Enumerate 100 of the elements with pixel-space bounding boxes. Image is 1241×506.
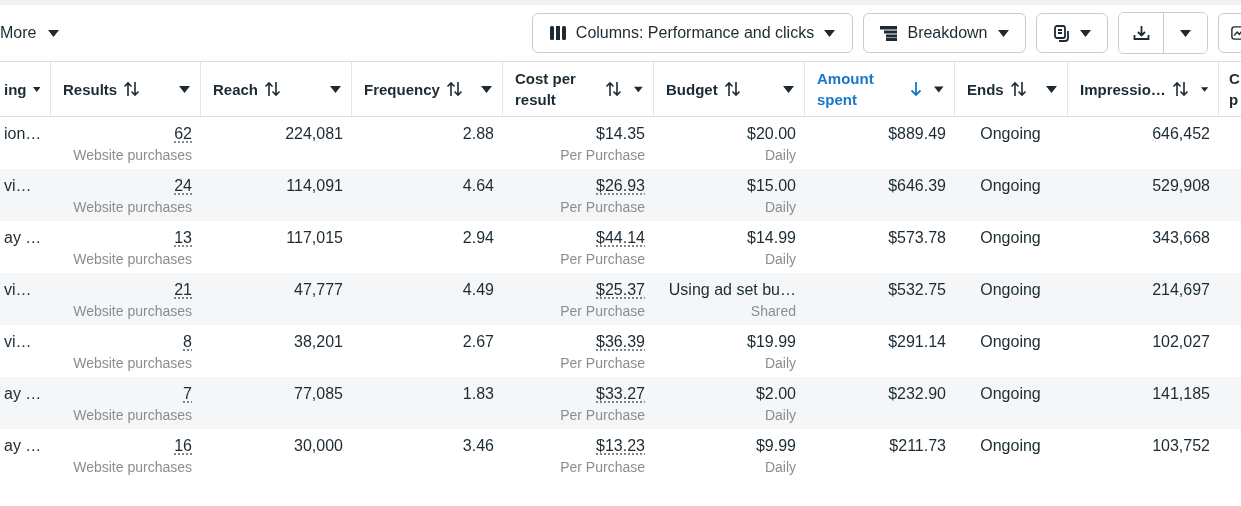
campaign-name: vi… bbox=[4, 281, 32, 299]
impressions-value: 103,752 bbox=[1152, 437, 1210, 455]
cost-value[interactable]: $36.39 bbox=[596, 333, 645, 351]
cost-value[interactable]: $26.93 bbox=[596, 177, 645, 195]
reach-value: 224,081 bbox=[285, 125, 343, 143]
result-type: Website purchases bbox=[73, 199, 192, 215]
column-header[interactable]: Reach bbox=[213, 78, 259, 100]
chart-icon bbox=[1231, 25, 1241, 41]
ends-value: Ongoing bbox=[980, 229, 1041, 247]
budget-type: Daily bbox=[764, 355, 796, 371]
impressions-value: 343,668 bbox=[1152, 229, 1210, 247]
breakdown-button[interactable]: Breakdown bbox=[863, 13, 1026, 53]
result-type: Website purchases bbox=[73, 251, 192, 267]
sort-icon[interactable] bbox=[123, 81, 141, 97]
budget-value: $9.99 bbox=[755, 437, 796, 455]
results-value[interactable]: 8 bbox=[183, 333, 192, 351]
results-value[interactable]: 21 bbox=[174, 281, 192, 299]
cost-type: Per Purchase bbox=[560, 303, 645, 319]
reach-value: 117,015 bbox=[286, 229, 343, 247]
amount-spent-value: $889.49 bbox=[888, 125, 946, 143]
caret-icon bbox=[1080, 29, 1091, 37]
result-type: Website purchases bbox=[73, 303, 192, 319]
cost-type: Per Purchase bbox=[560, 459, 645, 475]
sort-icon[interactable] bbox=[445, 81, 463, 97]
ends-value: Ongoing bbox=[980, 177, 1041, 195]
more-dropdown[interactable]: More bbox=[0, 24, 60, 42]
result-type: Website purchases bbox=[73, 147, 192, 163]
frequency-value: 4.64 bbox=[462, 177, 494, 195]
ends-value: Ongoing bbox=[980, 125, 1041, 143]
download-icon bbox=[1132, 25, 1150, 41]
budget-type: Daily bbox=[764, 147, 796, 163]
column-header[interactable]: Budget bbox=[666, 78, 718, 100]
sort-icon[interactable] bbox=[1171, 81, 1189, 97]
amount-spent-value: $232.90 bbox=[888, 385, 946, 403]
frequency-value: 2.88 bbox=[462, 125, 494, 143]
budget-value: $20.00 bbox=[747, 125, 796, 143]
budget-type: Daily bbox=[764, 251, 796, 267]
column-header[interactable]: Ends bbox=[967, 78, 1004, 100]
column-header[interactable]: Impressio… bbox=[1080, 78, 1166, 100]
amount-spent-value: $573.78 bbox=[888, 229, 946, 247]
sort-icon[interactable] bbox=[723, 81, 741, 97]
results-value[interactable]: 24 bbox=[174, 177, 192, 195]
campaign-name: ay … bbox=[4, 385, 42, 403]
column-header[interactable]: Amount spent bbox=[817, 68, 905, 110]
results-value[interactable]: 16 bbox=[174, 437, 192, 455]
ends-value: Ongoing bbox=[980, 333, 1041, 351]
stacked-pages-icon bbox=[1053, 24, 1070, 42]
frequency-value: 3.46 bbox=[462, 437, 494, 455]
impressions-value: 141,185 bbox=[1152, 385, 1210, 403]
sort-icon[interactable] bbox=[1009, 81, 1027, 97]
result-type: Website purchases bbox=[73, 355, 192, 371]
amount-spent-value: $211.73 bbox=[889, 437, 946, 455]
cost-value[interactable]: $25.37 bbox=[596, 281, 645, 299]
column-header[interactable]: ing bbox=[4, 78, 27, 100]
cost-type: Per Purchase bbox=[560, 407, 645, 423]
cost-type: Per Purchase bbox=[560, 199, 645, 215]
cost-value[interactable]: $44.14 bbox=[596, 229, 645, 247]
reach-value: 47,777 bbox=[294, 281, 343, 299]
reports-button[interactable] bbox=[1036, 13, 1108, 53]
campaign-name: ay … bbox=[4, 229, 42, 247]
amount-spent-value: $532.75 bbox=[888, 281, 946, 299]
cost-value[interactable]: $13.23 bbox=[596, 437, 645, 455]
sort-icon[interactable] bbox=[605, 81, 623, 97]
impressions-value: 214,697 bbox=[1152, 281, 1210, 299]
caret-icon bbox=[48, 29, 60, 37]
amount-spent-value: $291.14 bbox=[888, 333, 946, 351]
budget-type: Daily bbox=[764, 459, 796, 475]
impressions-value: 646,452 bbox=[1152, 125, 1210, 143]
results-value[interactable]: 7 bbox=[183, 385, 192, 403]
cost-type: Per Purchase bbox=[560, 147, 645, 163]
columns-icon bbox=[549, 26, 566, 40]
frequency-value: 2.67 bbox=[462, 333, 494, 351]
ends-value: Ongoing bbox=[980, 437, 1041, 455]
columns-button[interactable]: Columns: Performance and clicks bbox=[532, 13, 853, 53]
column-header[interactable]: Frequency bbox=[364, 78, 440, 100]
cost-value[interactable]: $33.27 bbox=[596, 385, 645, 403]
caret-icon bbox=[1180, 29, 1191, 37]
ends-value: Ongoing bbox=[980, 385, 1041, 403]
column-header[interactable]: C p bbox=[1229, 68, 1240, 110]
results-value[interactable]: 13 bbox=[174, 229, 192, 247]
column-header[interactable]: Results bbox=[63, 78, 118, 100]
budget-value: $14.99 bbox=[747, 229, 796, 247]
campaign-name: vi… bbox=[4, 333, 32, 351]
cost-value: $14.35 bbox=[596, 125, 645, 143]
caret-icon bbox=[997, 29, 1009, 37]
sort-icon[interactable] bbox=[264, 81, 282, 97]
budget-type: Shared bbox=[750, 303, 796, 319]
budget-type: Daily bbox=[764, 407, 796, 423]
frequency-value: 2.94 bbox=[462, 229, 494, 247]
breakdown-icon bbox=[880, 25, 898, 41]
reach-value: 38,201 bbox=[294, 333, 343, 351]
reach-value: 30,000 bbox=[294, 437, 343, 455]
campaign-name: vi… bbox=[4, 177, 32, 195]
caret-icon bbox=[824, 29, 836, 37]
reach-value: 77,085 bbox=[294, 385, 343, 403]
sort-descending-icon[interactable] bbox=[910, 81, 923, 97]
impressions-value: 102,027 bbox=[1152, 333, 1210, 351]
export-menu-button[interactable] bbox=[1163, 13, 1207, 53]
column-header[interactable]: Cost per result bbox=[515, 68, 600, 110]
results-value[interactable]: 62 bbox=[174, 125, 192, 143]
